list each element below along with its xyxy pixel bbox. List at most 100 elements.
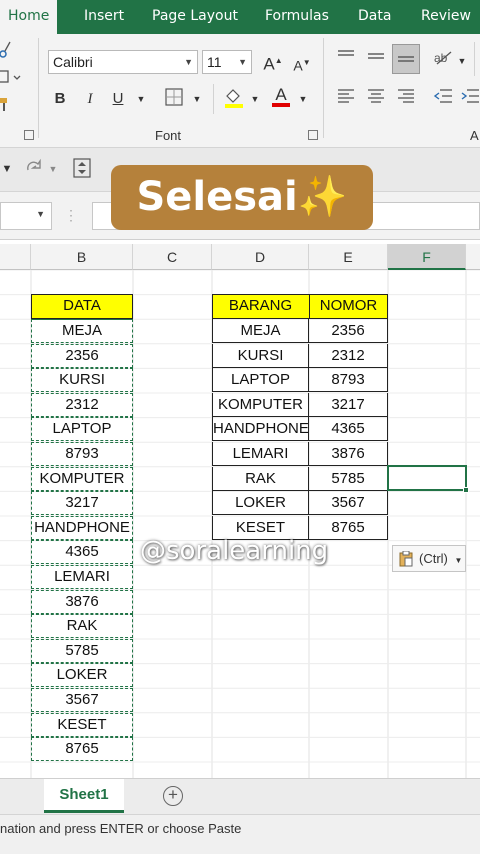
font-color-chevron-down-icon[interactable]: ▼ [296, 88, 310, 112]
increase-indent-icon[interactable] [460, 88, 480, 112]
font-name-dropdown[interactable]: Calibri ▼ [48, 50, 198, 74]
cell-b-value[interactable]: 8765 [31, 737, 133, 762]
table-header-divider [309, 294, 310, 319]
table-cell-barang[interactable]: RAK [212, 466, 309, 491]
cell-b-value[interactable]: 5785 [31, 638, 133, 663]
column-header-f[interactable]: F [388, 244, 466, 270]
table-cell-nomor[interactable]: 5785 [309, 466, 388, 491]
cell-b-value[interactable]: KESET [31, 712, 133, 737]
tab-page-layout[interactable]: Page Layout [152, 0, 238, 34]
format-painter-icon[interactable] [0, 94, 12, 118]
table-cell-nomor[interactable]: 4365 [309, 417, 388, 442]
table-cell-barang[interactable]: MEJA [212, 319, 309, 343]
status-bar: nation and press ENTER or choose Paste [0, 814, 480, 854]
grow-font-label: A [263, 54, 275, 74]
column-header-e[interactable]: E [309, 244, 388, 270]
grow-font-button[interactable]: A▲ [262, 50, 284, 74]
cell-b-value[interactable]: 3567 [31, 688, 133, 712]
table-cell-barang[interactable]: LEMARI [212, 442, 309, 466]
column-header-d[interactable]: D [212, 244, 309, 270]
cell-b-value[interactable]: LAPTOP [31, 417, 133, 442]
cell-b-value[interactable]: 8793 [31, 442, 133, 466]
align-center-icon[interactable] [366, 88, 386, 112]
table-cell-barang[interactable]: LAPTOP [212, 368, 309, 393]
table-cell-nomor[interactable]: 8793 [309, 368, 388, 393]
table-cell-nomor[interactable]: 3876 [309, 442, 388, 466]
align-middle-icon[interactable] [366, 48, 386, 72]
fill-color-icon[interactable] [222, 86, 246, 110]
font-launcher-icon[interactable] [308, 130, 318, 140]
name-box[interactable]: ▼ [0, 202, 52, 230]
watermark: @soralearning [140, 536, 329, 566]
font-name-value: Calibri [53, 54, 93, 70]
table-cell-barang[interactable]: KURSI [212, 343, 309, 368]
cell-b-value[interactable]: 3217 [31, 491, 133, 516]
align-right-icon[interactable] [396, 88, 416, 112]
font-group-label: Font [155, 128, 182, 143]
cell-b-value[interactable]: MEJA [31, 319, 133, 343]
fill-handle[interactable] [463, 487, 469, 493]
table-cell-nomor[interactable]: 2356 [309, 319, 388, 343]
tab-insert[interactable]: Insert [84, 0, 124, 34]
tab-data[interactable]: Data [358, 0, 391, 34]
add-sheet-icon[interactable]: + [163, 786, 183, 806]
tab-home[interactable]: Home [0, 0, 58, 34]
shrink-font-label: A [293, 57, 303, 74]
bold-button[interactable]: B [52, 88, 68, 112]
font-color-button[interactable]: A [270, 84, 292, 108]
underline-button[interactable]: U [110, 88, 126, 112]
ribbon-separator [323, 38, 324, 138]
align-left-icon[interactable] [336, 88, 356, 112]
cell-b-value[interactable]: KURSI [31, 368, 133, 393]
cell-b-value[interactable]: 2312 [31, 392, 133, 417]
formula-bar-grip-icon: ⋮ [64, 207, 78, 223]
cell-b-value[interactable]: RAK [31, 614, 133, 639]
borders-icon[interactable] [163, 88, 185, 112]
table-cell-barang[interactable]: KOMPUTER [212, 392, 309, 417]
name-box-chevron-down-icon: ▼ [36, 209, 45, 219]
align-top-icon[interactable] [336, 48, 356, 72]
redo-chevron-down-icon[interactable]: ▼ [48, 158, 58, 182]
font-size-dropdown[interactable]: 11 ▼ [202, 50, 252, 74]
tab-formulas[interactable]: Formulas [265, 0, 329, 34]
svg-text:ab: ab [434, 51, 448, 65]
redo-icon[interactable] [24, 158, 44, 182]
table-cell-nomor[interactable]: 3567 [309, 491, 388, 516]
column-header-a[interactable] [0, 244, 31, 270]
ribbon-separator [474, 42, 475, 76]
table-cell-nomor[interactable]: 3217 [309, 392, 388, 417]
cell-b-value[interactable]: LEMARI [31, 565, 133, 589]
cut-icon[interactable] [0, 40, 12, 64]
align-bottom-icon[interactable] [392, 44, 420, 74]
orientation-chevron-down-icon[interactable]: ▼ [456, 50, 468, 74]
column-header-b[interactable]: B [31, 244, 133, 270]
tab-review[interactable]: Review [421, 0, 471, 34]
active-cell-f[interactable] [387, 465, 467, 491]
sheet-tab-sheet1[interactable]: Sheet1 [44, 779, 124, 813]
cell-b-value[interactable]: 3876 [31, 589, 133, 614]
orientation-icon[interactable]: ab [432, 48, 454, 72]
shrink-font-button[interactable]: A▼ [292, 52, 312, 76]
cell-b-value[interactable]: 2356 [31, 343, 133, 368]
spin-button-icon[interactable] [72, 158, 92, 182]
cell-b-value[interactable]: KOMPUTER [31, 466, 133, 491]
cell-b-value[interactable]: HANDPHONE [31, 515, 133, 540]
ribbon: Calibri ▼ 11 ▼ A▲ A▼ B I U ▼ ▼ ▼ A ▼ Fon… [0, 34, 480, 148]
italic-button[interactable]: I [82, 88, 98, 112]
underline-chevron-down-icon[interactable]: ▼ [134, 88, 148, 112]
copy-icon[interactable] [0, 68, 22, 92]
borders-chevron-down-icon[interactable]: ▼ [190, 88, 204, 112]
table-cell-nomor[interactable]: 2312 [309, 343, 388, 368]
paste-options-button[interactable]: (Ctrl) ▼ [392, 545, 466, 572]
clipboard-launcher-icon[interactable] [24, 130, 34, 140]
paste-options-chevron-down-icon: ▼ [454, 556, 463, 565]
fill-color-chevron-down-icon[interactable]: ▼ [248, 88, 262, 112]
column-header-g[interactable] [466, 244, 480, 270]
cell-b-value[interactable]: LOKER [31, 663, 133, 688]
qat-chevron-down-icon[interactable]: ▼ [0, 158, 14, 182]
cell-b-value[interactable]: 4365 [31, 540, 133, 565]
table-cell-barang[interactable]: LOKER [212, 491, 309, 516]
decrease-indent-icon[interactable] [432, 88, 454, 112]
table-cell-barang[interactable]: HANDPHONE [212, 417, 309, 442]
column-header-c[interactable]: C [133, 244, 212, 270]
